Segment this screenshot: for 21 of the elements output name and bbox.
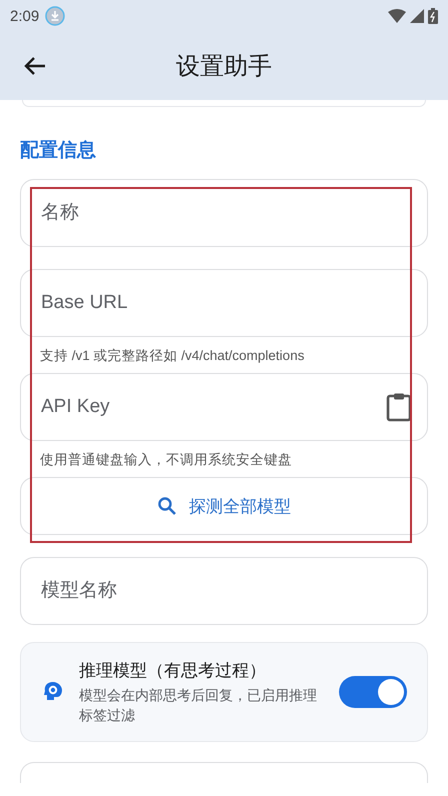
setting-title: 推理模型（有思考过程） bbox=[79, 660, 267, 682]
download-icon bbox=[45, 6, 66, 26]
helper-text: 使用普通键盘输入，不调用系统安全键盘 bbox=[39, 451, 293, 469]
signal-icon bbox=[410, 9, 424, 23]
section-title: 配置信息 bbox=[20, 140, 96, 161]
helper-text: 支持 /v1 或完整路径如 /v4/chat/completions bbox=[39, 347, 306, 365]
brain-gear-icon bbox=[43, 681, 63, 703]
text-field[interactable]: 模型名称 bbox=[20, 557, 428, 625]
clipboard-icon[interactable] bbox=[386, 392, 412, 422]
search-icon bbox=[157, 496, 177, 516]
page-title: 设置助手 bbox=[176, 53, 272, 80]
probe-models-button[interactable]: 探测全部模型 bbox=[20, 477, 428, 535]
text-field[interactable]: API Key bbox=[20, 373, 428, 441]
battery-icon bbox=[428, 8, 438, 24]
text-field[interactable]: 名称 bbox=[20, 179, 428, 247]
setting-description: 模型会在内部思考后回复，已启用推理标签过滤 bbox=[79, 686, 318, 724]
reasoning-toggle[interactable] bbox=[339, 676, 407, 708]
status-time: 2:09 bbox=[10, 8, 40, 24]
text-field[interactable]: Base URL bbox=[20, 269, 428, 337]
wifi-icon bbox=[388, 9, 406, 23]
back-arrow-icon bbox=[24, 56, 46, 76]
